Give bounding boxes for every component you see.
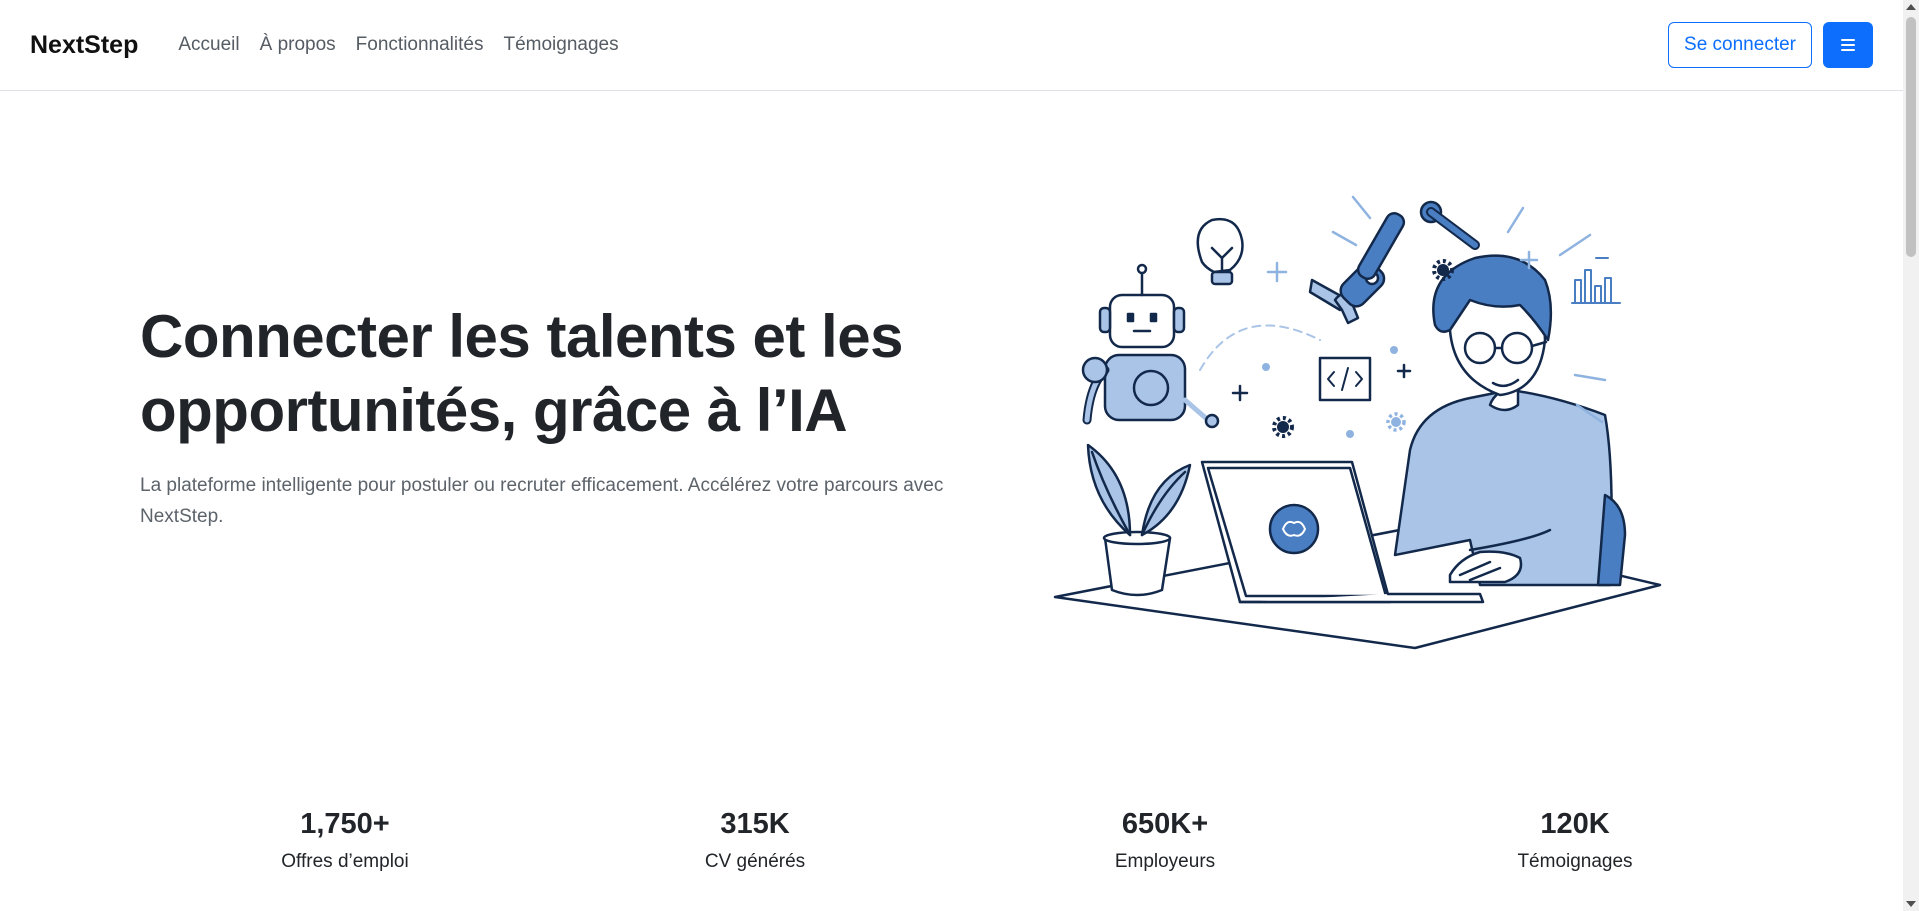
menu-button[interactable] bbox=[1823, 22, 1873, 68]
stat-value: 650K+ bbox=[1121, 808, 1209, 840]
ai-workspace-illustration-icon bbox=[1053, 195, 1662, 650]
stat-cv-generated: 315K CV générés bbox=[550, 808, 960, 873]
stat-value: 1,750+ bbox=[300, 808, 390, 840]
nav-link-accueil[interactable]: Accueil bbox=[168, 34, 249, 56]
nav-actions: Se connecter bbox=[1668, 22, 1873, 68]
hamburger-icon bbox=[1841, 39, 1855, 51]
stat-job-offers: 1,750+ Offres d’emploi bbox=[140, 808, 550, 873]
nav-link-a-propos[interactable]: À propos bbox=[250, 34, 346, 56]
scroll-down-arrow-icon[interactable] bbox=[1906, 901, 1916, 907]
scroll-thumb[interactable] bbox=[1906, 17, 1916, 257]
nav-links: Accueil À propos Fonctionnalités Témoign… bbox=[168, 34, 628, 56]
stat-employers: 650K+ Employeurs bbox=[960, 808, 1370, 873]
hero-illustration bbox=[1050, 190, 1670, 660]
stat-label: Offres d’emploi bbox=[281, 851, 409, 872]
hero-section: Connecter les talents et les opportunité… bbox=[140, 300, 960, 532]
stat-label: Employeurs bbox=[1114, 851, 1216, 872]
nav-link-temoignages[interactable]: Témoignages bbox=[493, 34, 628, 56]
hero-subtitle: La plateforme intelligente pour postuler… bbox=[140, 475, 944, 527]
page-scrollbar[interactable] bbox=[1903, 0, 1919, 911]
stat-value: 120K bbox=[1540, 808, 1610, 840]
stat-label: Témoignages bbox=[1517, 851, 1633, 872]
scroll-up-arrow-icon[interactable] bbox=[1906, 4, 1916, 10]
hero-title: Connecter les talents et les opportunité… bbox=[140, 303, 903, 444]
nav-link-fonctionnalites[interactable]: Fonctionnalités bbox=[346, 34, 494, 56]
stat-label: CV générés bbox=[704, 851, 806, 872]
stat-testimonials: 120K Témoignages bbox=[1370, 808, 1780, 873]
login-button[interactable]: Se connecter bbox=[1668, 22, 1812, 68]
top-navbar: NextStep Accueil À propos Fonctionnalité… bbox=[0, 0, 1903, 91]
stats-section: 1,750+ Offres d’emploi 315K CV générés 6… bbox=[140, 808, 1780, 873]
stat-value: 315K bbox=[720, 808, 790, 840]
brand-logo[interactable]: NextStep bbox=[30, 31, 138, 60]
